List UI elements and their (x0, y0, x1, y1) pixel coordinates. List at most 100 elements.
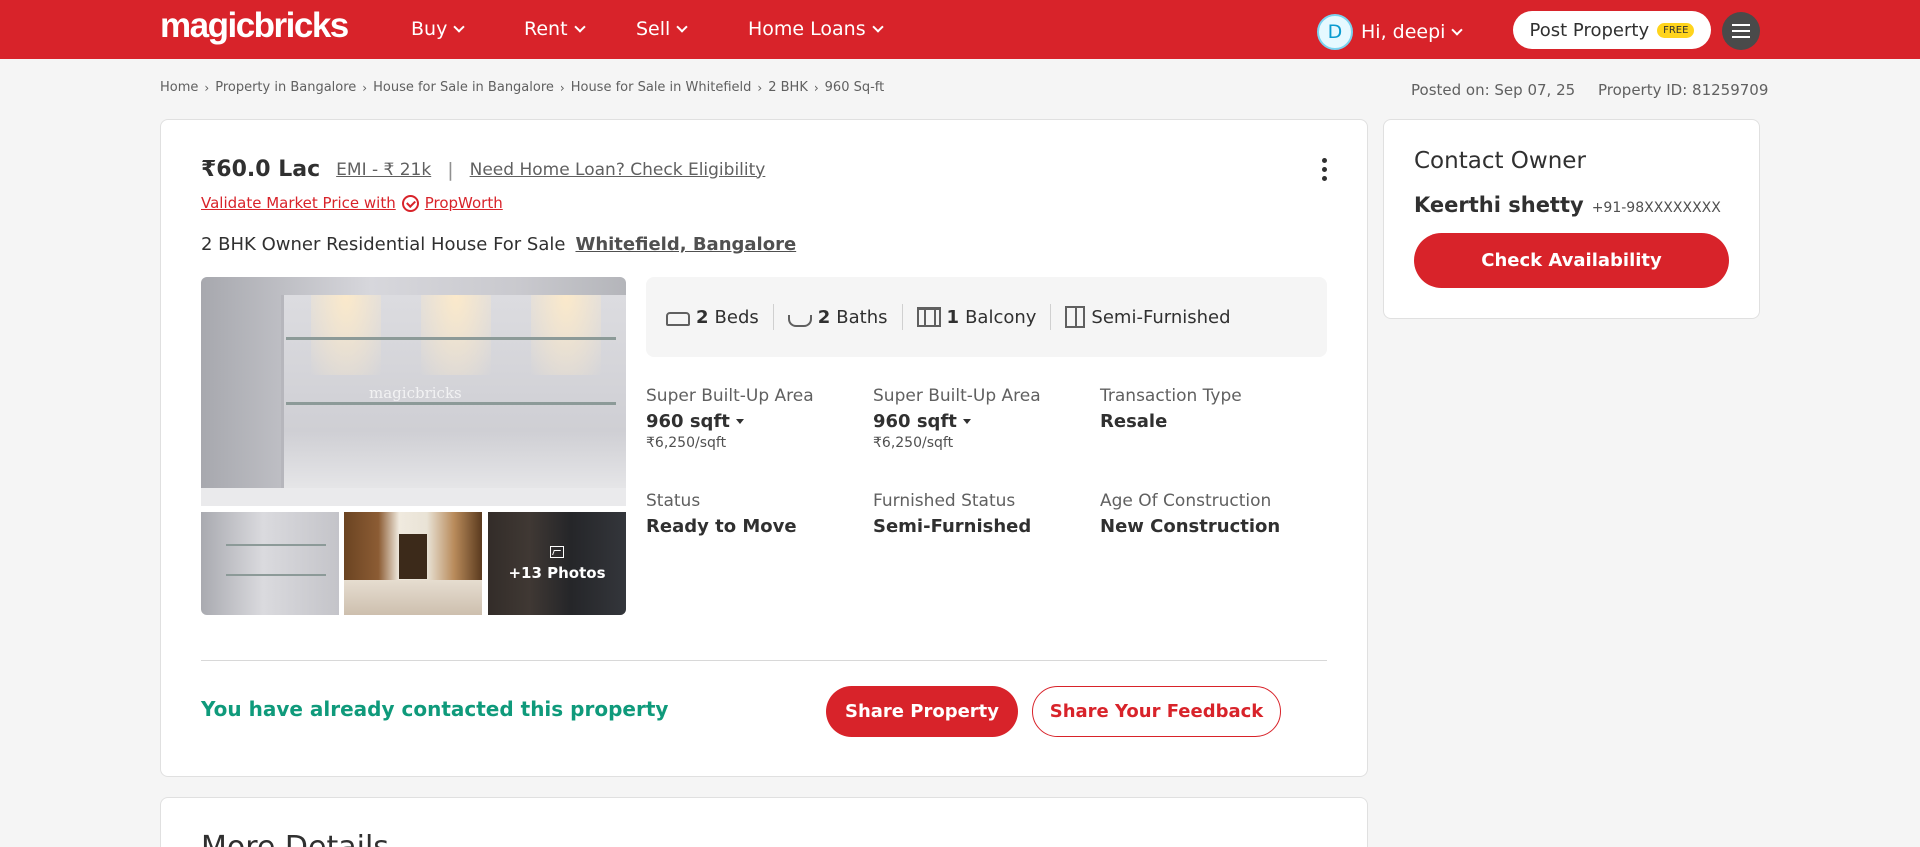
main-photo[interactable]: magicbricks (201, 277, 626, 506)
breadcrumb-item[interactable]: House for Sale in Bangalore (373, 80, 554, 95)
breadcrumb-item[interactable]: 2 BHK (768, 80, 808, 95)
price-per-sqft: ₹6,250/sqft (646, 435, 727, 451)
divider (901, 304, 903, 330)
menu-line (1732, 24, 1750, 26)
spec-label: Status (646, 491, 701, 511)
emi-link[interactable]: EMI - ₹ 21k (336, 160, 431, 180)
post-property-button[interactable]: Post Property FREE (1513, 11, 1711, 49)
magicbricks-logo[interactable]: magicbricks (160, 6, 349, 46)
photo-shelf (226, 544, 326, 546)
post-property-label: Post Property (1529, 19, 1650, 41)
beds-label: Beds (714, 306, 759, 328)
baths-count: 2 (817, 306, 831, 328)
spec-value: New Construction (1100, 516, 1281, 537)
photo-thumbnail[interactable] (201, 512, 339, 615)
divider: | (447, 158, 454, 181)
validate-price-link[interactable]: Validate Market Price with PropWorth (201, 194, 503, 212)
more-options-icon[interactable] (1322, 158, 1327, 181)
area-unit-dropdown[interactable]: 960 sqft (873, 411, 1041, 432)
price-row: ₹60.0 Lac EMI - ₹ 21k | Need Home Loan? … (201, 157, 765, 182)
spec-transaction-type: Transaction Type Resale (1100, 386, 1242, 432)
validate-text: Validate Market Price with (201, 194, 396, 212)
chevron-down-icon (453, 20, 465, 33)
beds-feature: 2 Beds (666, 307, 759, 328)
nav-buy[interactable]: Buy (411, 18, 465, 40)
spec-status: Status Ready to Move (646, 491, 797, 537)
spec-label: Super Built-Up Area (873, 386, 1041, 406)
photo-light (531, 295, 601, 375)
caret-down-icon (735, 419, 744, 424)
location-link[interactable]: Whitefield, Bangalore (575, 234, 796, 255)
photo-shelf (226, 574, 326, 576)
spec-value: Ready to Move (646, 516, 797, 537)
propworth-icon (401, 194, 419, 212)
more-details-title: More Details (201, 830, 389, 847)
menu-line (1732, 30, 1750, 32)
more-photos-overlay: +13 Photos (488, 512, 626, 615)
owner-name: Keerthi shetty (1414, 193, 1584, 217)
home-loan-link[interactable]: Need Home Loan? Check Eligibility (470, 160, 766, 180)
balcony-count: 1 (946, 306, 960, 328)
chevron-down-icon (676, 20, 688, 33)
baths-feature: 2 Baths (787, 306, 888, 328)
spec-furnished-status: Furnished Status Semi-Furnished (873, 491, 1031, 537)
kebab-dot (1322, 158, 1327, 163)
nav-buy-label: Buy (411, 18, 448, 40)
price-per-sqft: ₹6,250/sqft (873, 435, 954, 451)
chevron-down-icon (1451, 23, 1464, 36)
chevron-right-icon: › (559, 80, 565, 95)
listing-title: 2 BHK Owner Residential House For Sale W… (201, 234, 796, 255)
nav-rent[interactable]: Rent (524, 18, 586, 40)
breadcrumb-item[interactable]: Home (160, 80, 198, 95)
contacted-status: You have already contacted this property (201, 697, 669, 721)
spec-label: Transaction Type (1100, 386, 1242, 406)
breadcrumb-item[interactable]: Property in Bangalore (215, 80, 356, 95)
chevron-right-icon: › (813, 80, 819, 95)
spec-age-of-construction: Age Of Construction New Construction (1100, 491, 1280, 537)
top-navbar: magicbricks Buy Rent Sell Home Loans D H… (0, 0, 1920, 59)
spec-label: Age Of Construction (1100, 491, 1272, 511)
divider (772, 304, 774, 330)
nav-sell-label: Sell (636, 18, 671, 40)
spec-super-area: Super Built-Up Area 960 sqft ₹6,250/sqft (646, 386, 814, 451)
nav-sell[interactable]: Sell (636, 18, 688, 40)
chevron-down-icon (573, 20, 586, 33)
photo-shelf (286, 337, 616, 340)
photo-light (311, 295, 381, 375)
spec-label: Super Built-Up Area (646, 386, 814, 406)
hamburger-menu-button[interactable] (1722, 12, 1760, 50)
gallery-icon (550, 545, 564, 558)
nav-home-loans-label: Home Loans (748, 18, 866, 40)
owner-phone: +91-98XXXXXXXX (1591, 200, 1721, 216)
share-property-button[interactable]: Share Property (826, 686, 1018, 737)
area-unit-dropdown[interactable]: 960 sqft (646, 411, 814, 432)
chevron-right-icon: › (362, 80, 368, 95)
divider (201, 660, 1327, 661)
breadcrumb-item[interactable]: House for Sale in Whitefield (571, 80, 752, 95)
more-photos-count: +13 Photos (508, 563, 606, 582)
avatar: D (1317, 14, 1353, 50)
divider (1050, 304, 1052, 330)
bed-icon (666, 312, 690, 326)
nav-home-loans[interactable]: Home Loans (748, 18, 884, 40)
breadcrumb-item: 960 Sq-ft (824, 80, 885, 95)
wardrobe-icon (1065, 306, 1086, 328)
photo-thumbnail[interactable] (344, 512, 482, 615)
caret-down-icon (962, 419, 971, 424)
property-id: Property ID: 81259709 (1598, 81, 1769, 99)
photo-shelf (286, 402, 616, 405)
nav-rent-label: Rent (524, 18, 568, 40)
spec-value: 960 sqft (646, 411, 730, 432)
check-availability-button[interactable]: Check Availability (1414, 233, 1729, 288)
menu-line (1732, 36, 1750, 38)
photo-floor (344, 580, 482, 615)
spec-value: Resale (1100, 411, 1168, 432)
price: ₹60.0 Lac (201, 157, 321, 182)
user-menu[interactable]: D Hi, deepi (1317, 14, 1464, 50)
photo-thumbnail-more[interactable]: +13 Photos (488, 512, 626, 615)
photo-floor (201, 488, 626, 506)
spec-value: Semi-Furnished (873, 516, 1032, 537)
furnishing-feature: Semi-Furnished (1065, 306, 1231, 328)
chevron-right-icon: › (757, 80, 763, 95)
share-feedback-button[interactable]: Share Your Feedback (1032, 686, 1281, 737)
